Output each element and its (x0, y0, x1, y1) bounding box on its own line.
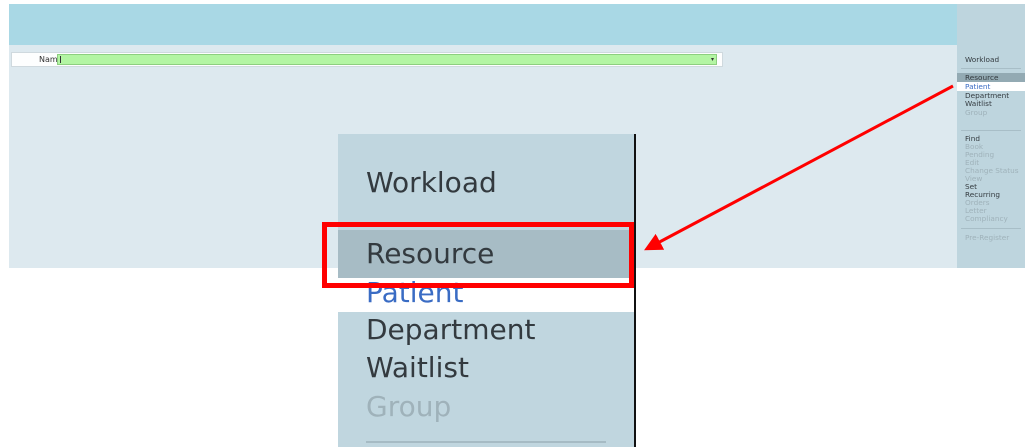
sidebar-item-workload[interactable]: Workload (965, 56, 999, 64)
sidebar-item-compliancy: Compliancy (965, 214, 1008, 223)
chevron-down-icon[interactable]: ▾ (711, 56, 714, 64)
name-field-row: Name ▾ (11, 52, 723, 67)
app-header-bar (9, 4, 957, 45)
sidebar-item-pre-register: Pre-Register (965, 233, 1010, 242)
zoom-edge (634, 134, 636, 447)
zoomed-sidebar-callout: Workload Resource Patient Department Wai… (338, 134, 636, 447)
zoom-item-department: Department (366, 313, 536, 346)
zoom-item-group: Group (366, 390, 452, 423)
sidebar-item-patient[interactable]: Patient (965, 83, 990, 91)
sidebar-item-waitlist[interactable]: Waitlist (965, 100, 992, 108)
zoom-item-waitlist: Waitlist (366, 351, 469, 384)
sidebar-divider (961, 228, 1021, 229)
text-caret (60, 56, 61, 63)
name-select[interactable]: ▾ (57, 54, 717, 65)
annotated-screenshot: Name ▾ Workload Resource Patient Departm… (0, 0, 1025, 447)
sidebar-nav: Workload Resource Patient Department Wai… (957, 4, 1025, 268)
sidebar-item-resource[interactable]: Resource (965, 74, 998, 82)
zoom-divider (366, 441, 606, 443)
zoom-item-workload: Workload (366, 166, 497, 199)
sidebar-divider (961, 130, 1021, 131)
sidebar-divider (961, 68, 1021, 69)
sidebar-item-group: Group (965, 108, 988, 117)
highlight-box-resource (322, 222, 634, 288)
